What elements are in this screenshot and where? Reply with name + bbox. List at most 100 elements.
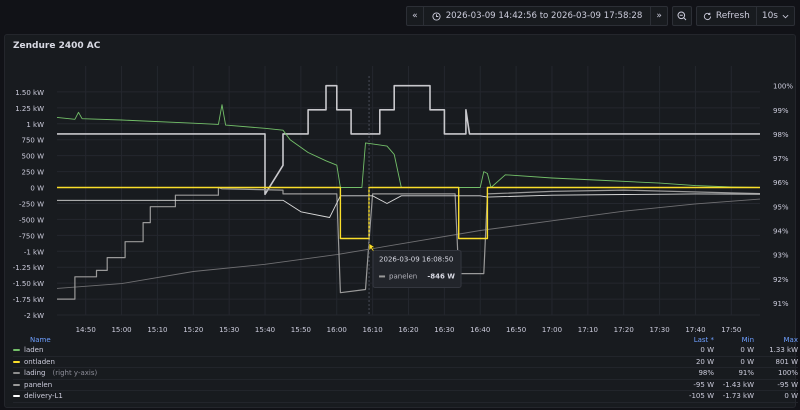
series-color-swatch xyxy=(13,349,20,352)
legend-last-value: -95 W xyxy=(693,380,714,389)
time-range-label: 2026-03-09 14:42:56 to 2026-03-09 17:58:… xyxy=(445,11,643,21)
y-axis-right-tick-label: 99% xyxy=(773,107,789,115)
legend-last-value: -105 W xyxy=(688,392,714,401)
y-axis-left-tick-label: 0 W xyxy=(30,185,44,193)
legend-last-value: 98% xyxy=(698,369,714,378)
series-color-swatch xyxy=(13,360,20,363)
y-axis-right-tick-label: 91% xyxy=(773,300,789,308)
x-axis-tick-label: 15:20 xyxy=(183,326,203,334)
x-axis-tick-label: 15:50 xyxy=(291,326,311,334)
x-axis-tick-label: 15:10 xyxy=(147,326,167,334)
legend-last-value: 20 W xyxy=(695,357,714,366)
legend-min-value: -1.73 kW xyxy=(722,392,754,401)
legend-series-name: ontladen xyxy=(13,358,674,366)
tooltip-time: 2026-03-09 16:08:50 xyxy=(379,255,453,263)
x-axis-tick-label: 16:50 xyxy=(506,326,526,334)
legend-max-value: 1.33 kW xyxy=(769,346,798,355)
x-axis-tick-label: 15:40 xyxy=(255,326,275,334)
x-axis-tick-label: 15:00 xyxy=(111,326,131,334)
legend-col-last[interactable]: Last * xyxy=(674,336,714,344)
y-axis-left-tick-label: -2 kW xyxy=(24,312,44,320)
y-axis-right-tick-label: 93% xyxy=(773,252,789,260)
series-name: ontladen xyxy=(24,357,55,366)
legend-min-value: 0 W xyxy=(740,346,754,355)
chart-panel: Zendure 2400 AC 1.50 kW 1.25 kW 1 kW 750 W5… xyxy=(4,34,798,408)
y-axis-right-tick-label: 100% xyxy=(773,83,793,91)
time-range-picker: « 2026-03-09 14:42:56 to 2026-03-09 17:5… xyxy=(406,6,668,26)
y-axis-right-tick-label: 95% xyxy=(773,203,789,211)
y-axis-left-tick-label: 250 W xyxy=(21,169,44,177)
x-axis-tick-label: 16:20 xyxy=(398,326,418,334)
refresh-interval-value: 10s xyxy=(761,11,778,21)
x-axis-tick-label: 14:50 xyxy=(76,326,96,334)
time-series-chart[interactable]: 1.50 kW 1.25 kW 1 kW 750 W 500 W 250 W 0 W -250… xyxy=(5,35,797,335)
x-axis-tick-label: 17:00 xyxy=(542,326,562,334)
legend-col-max[interactable]: Max xyxy=(754,336,798,344)
zoom-out-button[interactable] xyxy=(671,6,692,26)
legend-row[interactable]: panelen -95 W -1.43 kW -95 W xyxy=(13,380,798,391)
clock-icon xyxy=(432,11,441,21)
series-color-swatch xyxy=(13,395,20,398)
x-axis-tick-label: 17:40 xyxy=(685,326,705,334)
legend-row[interactable]: delivery-L1 -105 W -1.73 kW 0 W xyxy=(13,391,798,403)
x-axis-tick-label: 17:10 xyxy=(578,326,598,334)
series-name: laden xyxy=(24,346,44,355)
chevron-down-icon xyxy=(782,14,789,18)
legend-min-value: -1.43 kW xyxy=(722,380,754,389)
y-axis-left-tick-label: -250 W xyxy=(19,200,44,208)
series-name: panelen xyxy=(24,380,53,389)
time-shift-forward-button[interactable]: » xyxy=(651,7,667,25)
legend-col-name[interactable]: Name xyxy=(13,336,674,344)
y-axis-right-tick-label: 97% xyxy=(773,155,789,163)
series-axis-note: (right y-axis) xyxy=(52,369,98,378)
legend-max-value: -95 W xyxy=(777,380,798,389)
time-shift-back-button[interactable]: « xyxy=(407,7,424,25)
legend-min-value: 0 W xyxy=(740,357,754,366)
legend-header: Name Last * Min Max xyxy=(13,335,798,345)
y-axis-left-tick-label: -1.50 kW xyxy=(13,280,44,288)
refresh-label: Refresh xyxy=(715,11,750,21)
y-axis-right-tick-label: 98% xyxy=(773,131,789,139)
x-axis-tick-label: 16:40 xyxy=(470,326,490,334)
y-axis-left-tick-label: -1.75 kW xyxy=(13,296,44,304)
y-axis-left-tick-label: -750 W xyxy=(19,232,44,240)
y-axis-left-tick-label: 1 kW xyxy=(26,121,44,129)
y-axis-left-tick-label: 1.25 kW xyxy=(15,105,44,113)
x-axis-tick-label: 17:50 xyxy=(721,326,741,334)
series-name: delivery-L1 xyxy=(24,392,63,401)
y-axis-left-tick-label: 500 W xyxy=(21,153,44,161)
y-axis-right-tick-label: 96% xyxy=(773,179,789,187)
legend-series-name: laden xyxy=(13,346,674,354)
x-axis-tick-label: 16:30 xyxy=(434,326,454,334)
refresh-picker: Refresh 10s xyxy=(695,6,795,26)
y-axis-left-tick-label: 750 W xyxy=(21,137,44,145)
y-axis-left-tick-label: -1.25 kW xyxy=(13,264,44,272)
y-axis-right-tick-label: 92% xyxy=(773,276,789,284)
refresh-button[interactable]: Refresh xyxy=(697,7,757,25)
x-axis-tick-label: 17:30 xyxy=(649,326,669,334)
x-axis-tick-label: 17:20 xyxy=(614,326,634,334)
legend-max-value: 0 W xyxy=(784,392,798,401)
time-range-button[interactable]: 2026-03-09 14:42:56 to 2026-03-09 17:58:… xyxy=(424,7,652,25)
legend-row[interactable]: laden 0 W 0 W 1.33 kW xyxy=(13,345,798,357)
y-axis-left-tick-label: -1 kW xyxy=(24,248,44,256)
legend-row[interactable]: lading (right y-axis) 98% 91% 100% xyxy=(13,368,798,380)
legend-max-value: 100% xyxy=(777,369,798,378)
tooltip-series-name: panelen xyxy=(389,272,417,280)
legend-last-value: 0 W xyxy=(700,346,714,355)
legend-series-name: delivery-L1 xyxy=(13,392,674,400)
series-color-swatch xyxy=(13,383,20,386)
legend-max-value: 801 W xyxy=(775,357,798,366)
refresh-interval-select[interactable]: 10s xyxy=(757,7,794,25)
legend-table: Name Last * Min Max laden 0 W 0 W 1.33 kW on… xyxy=(13,335,798,403)
series-color-swatch xyxy=(13,372,20,375)
refresh-icon xyxy=(703,12,711,20)
legend-row[interactable]: ontladen 20 W 0 W 801 W xyxy=(13,357,798,368)
y-axis-left-tick-label: -500 W xyxy=(19,216,44,224)
y-axis-right-tick-label: 94% xyxy=(773,228,789,236)
legend-min-value: 91% xyxy=(738,369,754,378)
series-name: lading xyxy=(24,369,46,378)
legend-col-min[interactable]: Min xyxy=(714,336,754,344)
tooltip-value: -846 W xyxy=(427,272,455,280)
legend-series-name: lading (right y-axis) xyxy=(13,369,674,377)
